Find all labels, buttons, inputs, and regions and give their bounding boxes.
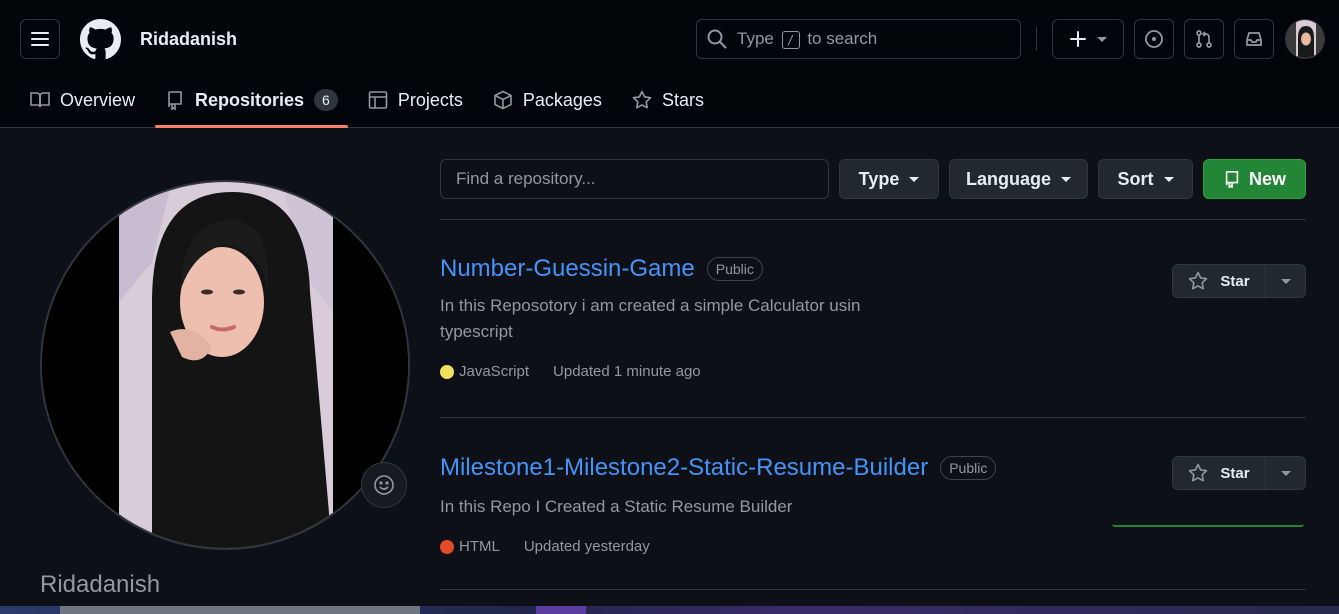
search-icon <box>707 29 727 49</box>
inbox-button[interactable] <box>1234 19 1274 59</box>
user-avatar[interactable] <box>1285 19 1325 59</box>
repo-updated: Updated yesterday <box>523 538 650 555</box>
github-logo-icon[interactable] <box>80 19 121 60</box>
tab-overview[interactable]: Overview <box>20 78 145 122</box>
header-divider <box>1036 27 1037 51</box>
tab-stars-label: Stars <box>661 89 704 110</box>
star-list-dropdown[interactable] <box>1266 457 1305 489</box>
star-icon <box>1188 463 1208 483</box>
chevron-down-icon <box>1280 278 1291 284</box>
repo-description: In this Reposotory i am created a simple… <box>440 296 861 341</box>
issues-button[interactable] <box>1134 19 1174 59</box>
star-label: Star <box>1220 464 1250 482</box>
book-icon <box>30 90 50 110</box>
repo-icon <box>1223 170 1241 188</box>
list-divider <box>440 219 1306 220</box>
menu-button[interactable] <box>20 19 60 59</box>
chevron-down-icon <box>1163 176 1174 182</box>
sort-filter-label: Sort <box>1117 168 1154 189</box>
repo-description: In this Repo I Created a Static Resume B… <box>440 497 793 516</box>
new-repository-button[interactable]: New <box>1203 159 1306 199</box>
repo-language: HTML <box>459 538 500 555</box>
repo-icon <box>165 90 185 110</box>
package-icon <box>493 90 513 110</box>
global-search[interactable]: Type / to search <box>696 19 1021 59</box>
issue-icon <box>1144 29 1164 49</box>
chevron-down-icon <box>1097 36 1107 42</box>
tab-packages[interactable]: Packages <box>483 78 612 122</box>
profile-avatar[interactable] <box>40 180 410 550</box>
list-item: Number-Guessin-Game Public In this Repos… <box>440 255 1306 380</box>
repo-filter-bar: Type Language Sort New <box>440 159 1306 199</box>
language-color-dot <box>440 539 454 554</box>
language-color-dot <box>440 364 454 379</box>
star-button-group: Star <box>1172 264 1306 298</box>
list-divider <box>440 417 1306 418</box>
overflow-piece <box>536 606 586 614</box>
tab-overview-label: Overview <box>60 89 136 110</box>
language-filter-button[interactable]: Language <box>949 159 1088 199</box>
table-icon <box>368 90 388 110</box>
repo-name-link[interactable]: Milestone1-Milestone2-Static-Resume-Buil… <box>440 454 928 482</box>
star-button[interactable]: Star <box>1173 265 1266 297</box>
chevron-down-icon <box>1280 470 1291 476</box>
list-item: Milestone1-Milestone2-Static-Resume-Buil… <box>440 454 1306 555</box>
type-filter-label: Type <box>858 168 900 189</box>
chevron-down-icon <box>1061 176 1071 182</box>
star-button[interactable]: Star <box>1173 457 1266 489</box>
star-icon <box>1188 271 1208 291</box>
plus-icon <box>1069 30 1087 48</box>
visibility-badge: Public <box>940 456 997 480</box>
star-icon <box>632 90 652 110</box>
repo-language: JavaScript <box>459 363 530 380</box>
new-button-label: New <box>1248 168 1286 189</box>
smiley-icon <box>373 474 395 496</box>
tab-projects[interactable]: Projects <box>358 78 473 122</box>
list-divider <box>440 589 1306 590</box>
header-username[interactable]: Ridadanish <box>140 29 237 50</box>
star-label: Star <box>1220 272 1250 290</box>
overflow-piece <box>60 606 420 614</box>
inbox-icon <box>1244 29 1264 49</box>
visibility-badge: Public <box>706 257 763 281</box>
sort-filter-button[interactable]: Sort <box>1098 159 1193 199</box>
repo-updated: Updated 1 minute ago <box>553 363 701 380</box>
activity-sparkline <box>1112 522 1304 527</box>
tab-repositories[interactable]: Repositories 6 <box>155 78 348 128</box>
star-list-dropdown[interactable] <box>1266 265 1305 297</box>
hamburger-icon <box>31 31 49 47</box>
tab-projects-label: Projects <box>397 89 463 110</box>
tab-stars[interactable]: Stars <box>622 78 714 122</box>
tab-repositories-label: Repositories <box>195 89 305 110</box>
search-hint: Type / to search <box>737 29 877 49</box>
bottom-overflow-strip <box>0 606 1339 614</box>
pull-requests-button[interactable] <box>1184 19 1224 59</box>
repositories-count: 6 <box>314 89 338 111</box>
type-filter-button[interactable]: Type <box>839 159 939 199</box>
profile-name: Ridadanish <box>40 571 161 598</box>
search-shortcut-key: / <box>781 30 800 49</box>
repo-name-link[interactable]: Number-Guessin-Game <box>440 255 695 283</box>
chevron-down-icon <box>909 176 920 182</box>
create-new-button[interactable] <box>1052 19 1124 59</box>
pull-request-icon <box>1194 29 1214 49</box>
language-filter-label: Language <box>965 168 1051 189</box>
profile-tabs: Overview Repositories 6 Projects Package… <box>20 78 724 128</box>
tab-packages-label: Packages <box>522 89 602 110</box>
search-hint-prefix: Type <box>737 29 774 48</box>
search-hint-suffix: to search <box>807 29 878 48</box>
global-header: Ridadanish Type / to search Overview Rep… <box>0 0 1339 128</box>
set-status-button[interactable] <box>361 462 407 508</box>
star-button-group: Star <box>1172 456 1306 490</box>
find-repository-input[interactable] <box>440 159 829 199</box>
